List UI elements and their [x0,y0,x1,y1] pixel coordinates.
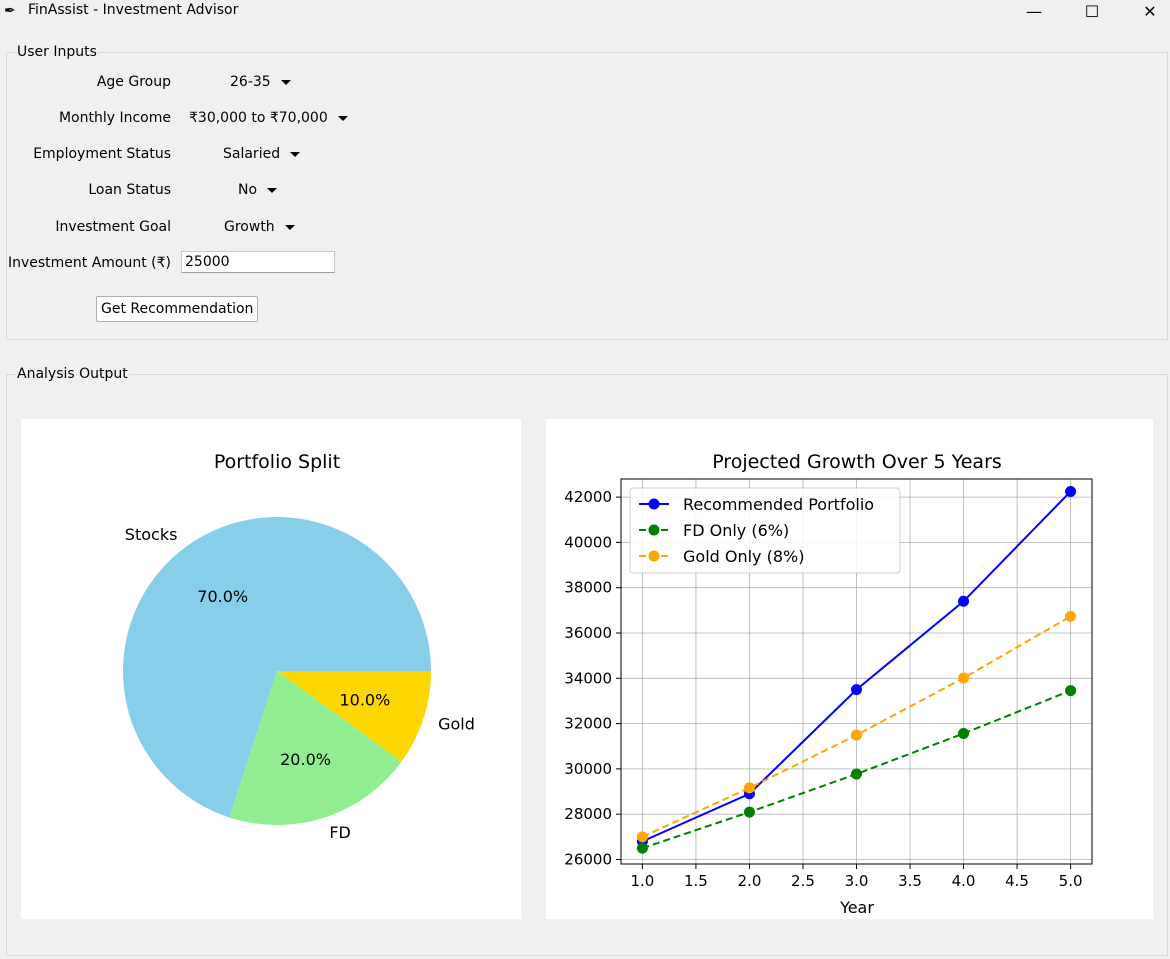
y-tick-label: 42000 [564,488,612,506]
legend-label-2: Gold Only (8%) [683,547,804,566]
investment-goal-label: Investment Goal [55,219,171,235]
close-button[interactable]: ✕ [1121,0,1170,24]
x-axis-label: Year [839,898,874,917]
chevron-down-icon [284,224,295,230]
x-tick-label: 2.0 [738,872,762,890]
get-recommendation-button[interactable]: Get Recommendation [96,296,259,322]
y-tick-label: 36000 [564,624,612,642]
x-tick-label: 2.5 [791,872,815,890]
series-point-1 [851,768,862,780]
series-point-0 [1065,485,1077,497]
series-point-1 [1065,685,1077,697]
x-tick-label: 3.5 [898,872,922,890]
employment-status-label: Employment Status [33,146,171,162]
pie-label-gold: Gold [438,714,475,733]
legend-marker-2 [648,550,660,562]
projected-growth-line-chart: Projected Growth Over 5 Years 1.0 1.5 2.0 2… [564,451,1093,917]
y-tick-label: 26000 [564,850,612,868]
y-tick-label: 34000 [564,669,612,687]
x-tick-label: 4.5 [1005,872,1029,890]
portfolio-pie-chart: Portfolio Split Stocks 70.0% FD 20.0% Gold 10… [122,451,475,842]
age-group-dropdown[interactable]: 26-35 [230,71,291,93]
series-point-0 [958,595,970,607]
chevron-down-icon [280,79,291,85]
y-tick-label: 30000 [564,760,612,778]
y-tick-label: 32000 [564,715,612,733]
loan-status-label: Loan Status [88,182,171,198]
x-tick-label: 1.0 [630,872,654,890]
minimize-button[interactable]: — [1005,0,1063,24]
line-chart-panel: Projected Growth Over 5 Years 1.0 1.5 2.0 2… [546,419,1153,919]
x-tick-label: 4.0 [952,872,976,890]
y-tick-label: 38000 [564,579,612,597]
feather-icon: ✒ [4,3,16,19]
age-group-label: Age Group [96,74,171,90]
pie-chart-panel: Portfolio Split Stocks 70.0% FD 20.0% Gold 10… [21,419,521,919]
pie-label-fd: FD [329,823,351,842]
pie-pct-fd: 20.0% [280,750,331,769]
legend-marker-0 [648,498,660,510]
pie-pct-gold: 10.0% [339,691,390,710]
series-point-2 [636,831,648,843]
window-title: FinAssist - Investment Advisor [28,2,239,18]
investment-amount-label: Investment Amount (₹) [7,255,171,271]
series-point-2 [958,672,970,684]
chevron-down-icon [337,115,348,121]
pie-pct-stocks: 70.0% [197,587,248,606]
investment-goal-dropdown[interactable]: Growth [224,216,295,238]
y-tick-label: 28000 [564,805,612,823]
series-point-2 [743,782,755,794]
legend-marker-1 [648,524,660,536]
pie-title: Portfolio Split [214,451,340,473]
line-title: Projected Growth Over 5 Years [712,451,1002,473]
title-bar: ✒ FinAssist - Investment Advisor — ☐ ✕ [0,0,1170,24]
series-point-1 [958,728,970,740]
series-point-2 [1065,610,1077,622]
chevron-down-icon [290,151,301,157]
series-point-2 [851,729,862,741]
maximize-button[interactable]: ☐ [1063,0,1121,24]
loan-status-dropdown[interactable]: No [238,179,278,201]
series-point-0 [851,684,862,696]
pie-label-stocks: Stocks [125,525,178,544]
x-tick-label: 1.5 [684,872,708,890]
chevron-down-icon [267,187,278,193]
monthly-income-dropdown[interactable]: ₹30,000 to ₹70,000 [189,107,348,129]
monthly-income-label: Monthly Income [58,110,171,126]
user-inputs-legend: User Inputs [17,44,97,60]
series-point-1 [743,806,755,818]
x-tick-label: 5.0 [1059,872,1083,890]
employment-status-dropdown[interactable]: Salaried [223,143,301,165]
y-tick-label: 40000 [564,533,612,551]
legend-label-0: Recommended Portfolio [683,495,874,514]
analysis-output-legend: Analysis Output [17,366,128,382]
x-tick-label: 3.0 [845,872,869,890]
investment-amount-input[interactable] [181,251,335,273]
series-point-1 [636,842,648,854]
legend-label-1: FD Only (6%) [683,521,789,540]
